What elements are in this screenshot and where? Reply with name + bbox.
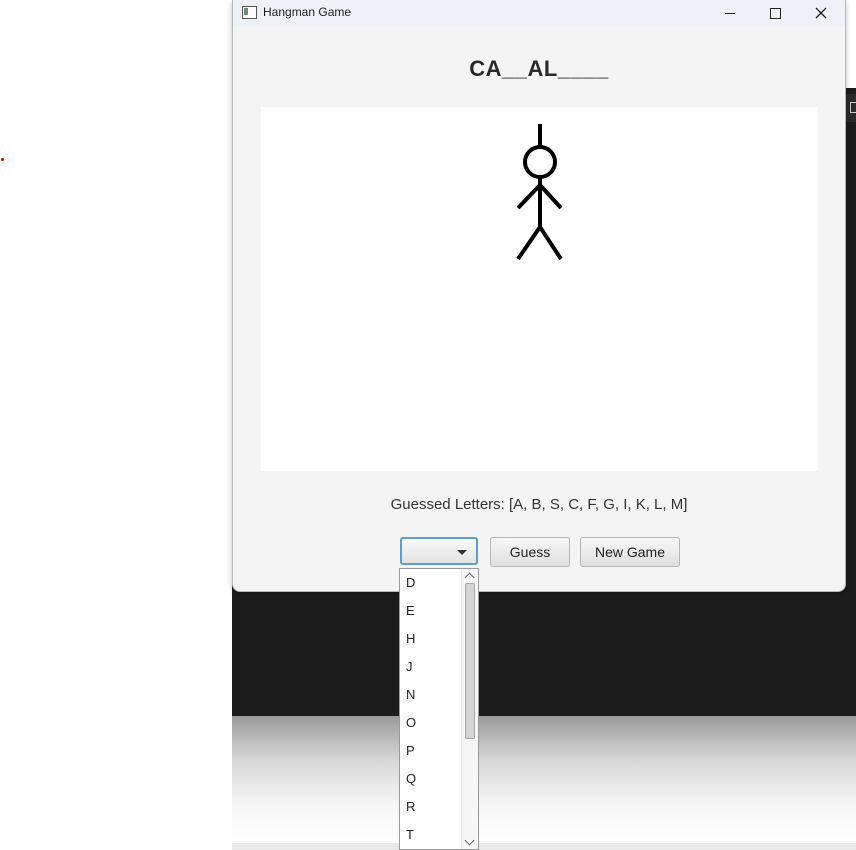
- hangman-window: Hangman Game CA__AL____ Guessed Letters:…: [232, 0, 846, 592]
- dropdown-option[interactable]: T: [406, 827, 414, 842]
- new-game-button[interactable]: New Game: [580, 537, 680, 567]
- dropdown-option[interactable]: R: [406, 799, 415, 814]
- left-arm: [516, 183, 542, 210]
- right-arm: [538, 183, 563, 210]
- letter-combo-box[interactable]: [400, 537, 478, 565]
- guessed-letters-label: Guessed Letters: [A, B, S, C, F, G, I, K…: [390, 496, 688, 513]
- head: [523, 145, 557, 179]
- close-button[interactable]: [798, 0, 844, 26]
- window-app-icon: [242, 6, 257, 19]
- word-display: CA__AL____: [469, 56, 609, 81]
- background-restore-icon: [845, 94, 856, 122]
- minimize-icon: [725, 12, 735, 14]
- dropdown-option[interactable]: Q: [406, 771, 416, 786]
- close-icon: [815, 7, 827, 19]
- scroll-down-icon[interactable]: [464, 835, 475, 846]
- hangman-drawing: [516, 124, 563, 261]
- dropdown-option[interactable]: J: [406, 659, 413, 674]
- dropdown-option[interactable]: P: [406, 743, 415, 758]
- left-leg: [516, 225, 542, 261]
- guess-button[interactable]: Guess: [490, 537, 570, 567]
- dropdown-option[interactable]: E: [406, 603, 415, 618]
- background-gradient: [232, 716, 856, 844]
- scroll-up-icon[interactable]: [464, 572, 475, 583]
- scroll-thumb[interactable]: [465, 583, 475, 739]
- dropdown-option[interactable]: O: [406, 715, 416, 730]
- right-leg: [538, 225, 563, 261]
- maximize-icon: [769, 7, 781, 19]
- window-title: Hangman Game: [263, 5, 352, 19]
- letter-dropdown-list[interactable]: D E H J N O P Q R T: [399, 568, 479, 850]
- stray-red-dot: [1, 158, 4, 161]
- minimize-button[interactable]: [707, 0, 753, 26]
- title-bar[interactable]: Hangman Game: [233, 0, 845, 26]
- background-bottom-strip: [232, 843, 856, 850]
- dropdown-scrollbar[interactable]: [461, 569, 478, 849]
- chevron-down-icon[interactable]: [457, 550, 467, 555]
- dropdown-option[interactable]: H: [406, 631, 415, 646]
- hangman-canvas: [261, 107, 818, 471]
- dropdown-option[interactable]: D: [406, 575, 415, 590]
- dropdown-option[interactable]: N: [406, 687, 415, 702]
- maximize-button[interactable]: [752, 0, 798, 26]
